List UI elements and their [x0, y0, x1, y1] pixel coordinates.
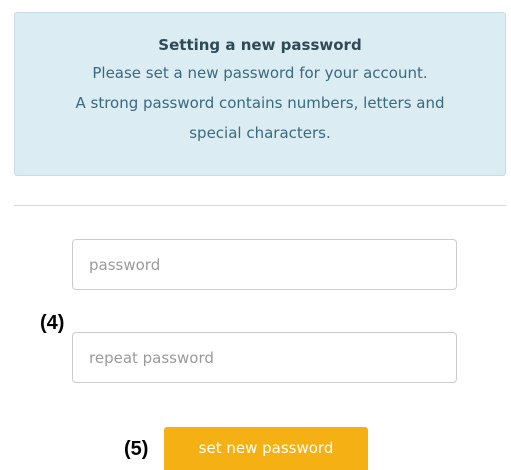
section-divider [14, 205, 506, 206]
step-5-annotation: (5) [124, 438, 149, 460]
info-line-1: Please set a new password for your accou… [92, 64, 428, 82]
repeat-password-input[interactable] [72, 332, 457, 383]
step-4-annotation: (4) [40, 312, 65, 334]
info-alert-box: Setting a new password Please set a new … [14, 12, 506, 176]
info-title: Setting a new password [158, 36, 362, 54]
password-input[interactable] [72, 239, 457, 290]
info-line-2: A strong password contains numbers, lett… [75, 94, 445, 112]
set-new-password-button[interactable]: set new password [164, 427, 368, 470]
info-line-3: special characters. [189, 124, 331, 142]
